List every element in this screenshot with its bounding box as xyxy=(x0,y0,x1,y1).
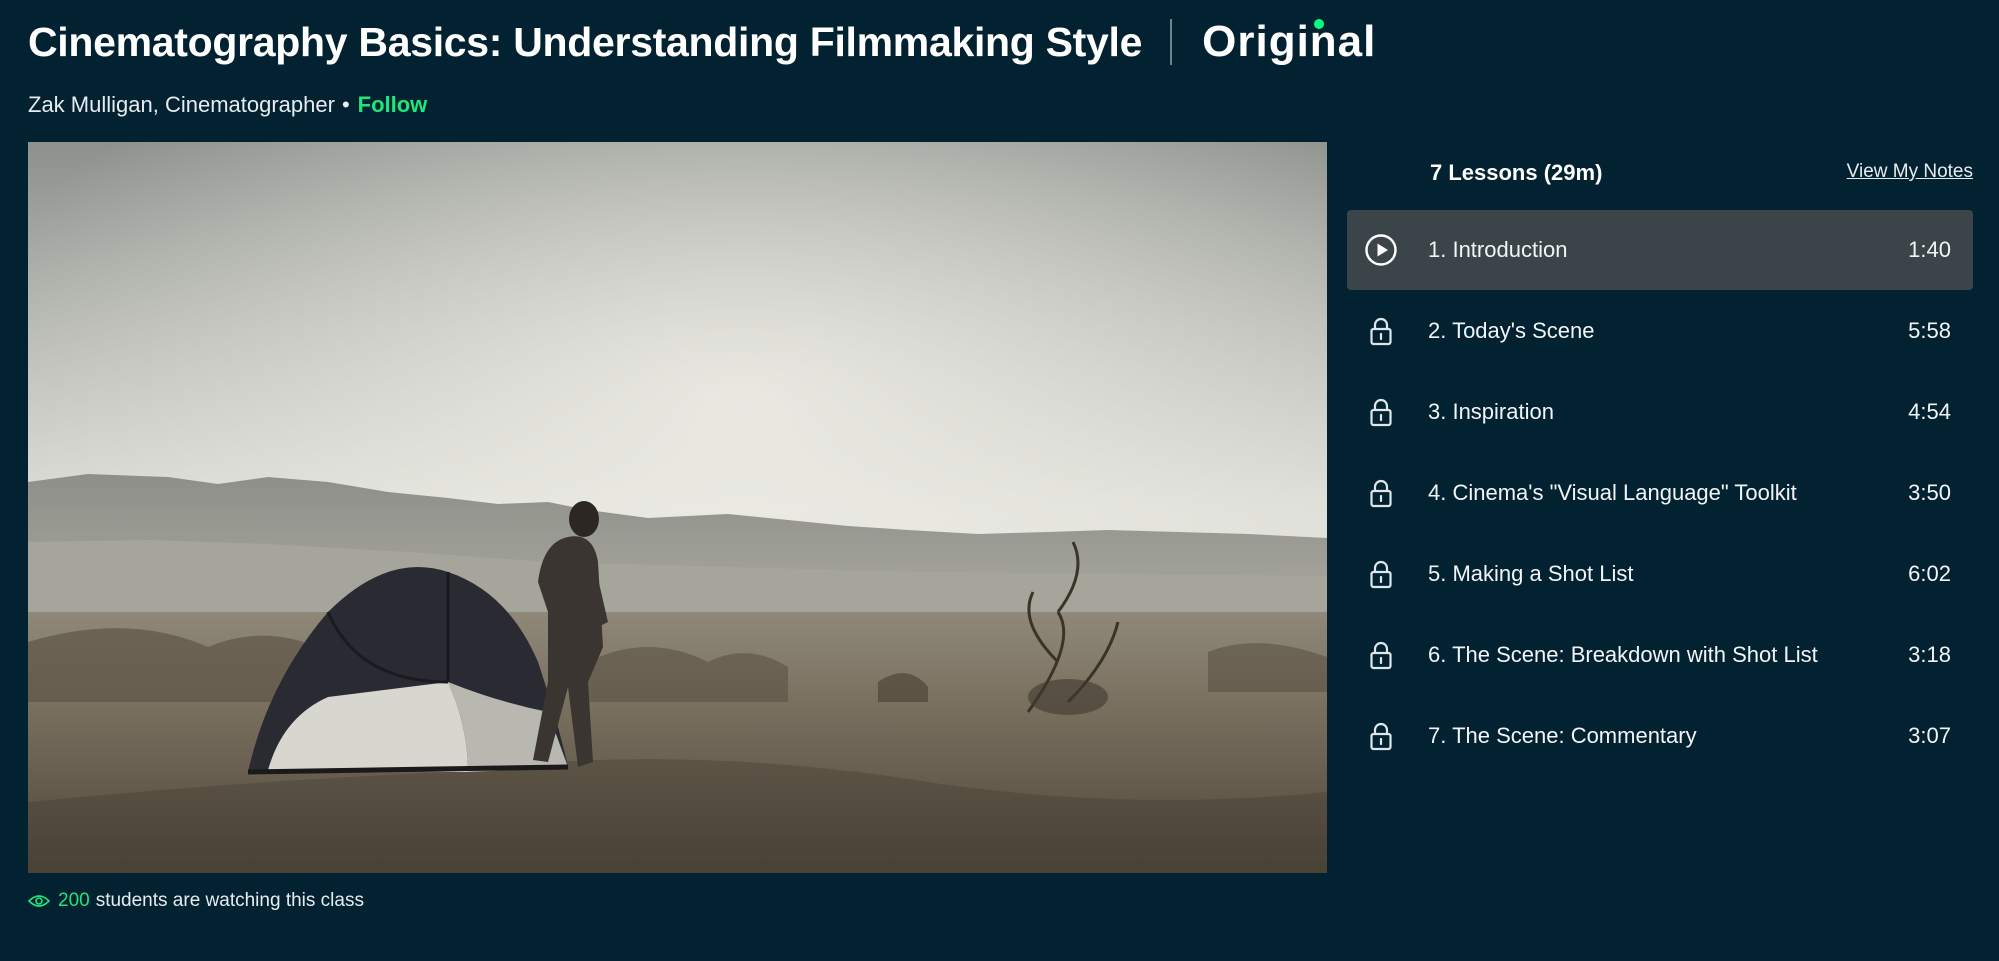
view-notes-link[interactable]: View My Notes xyxy=(1847,161,1973,183)
lesson-duration: 3:07 xyxy=(1908,723,1951,748)
lessons-summary: 7 Lessons (29m) xyxy=(1430,160,1603,185)
eye-icon xyxy=(28,894,50,908)
original-badge-label: Original xyxy=(1202,17,1377,66)
lesson-item[interactable]: 5. Making a Shot List 6:02 xyxy=(1347,534,1973,614)
lesson-list: 1. Introduction 1:40 2. Today's Scene 5:… xyxy=(1347,210,1973,777)
lock-icon xyxy=(1364,395,1398,429)
lock-icon xyxy=(1364,476,1398,510)
title-row: Cinematography Basics: Understanding Fil… xyxy=(28,14,1959,70)
lesson-item[interactable]: 3. Inspiration 4:54 xyxy=(1347,372,1973,452)
course-title: Cinematography Basics: Understanding Fil… xyxy=(28,18,1143,65)
lesson-title: 3. Inspiration xyxy=(1428,399,1554,424)
video-player[interactable] xyxy=(28,142,1327,873)
follow-button[interactable]: Follow xyxy=(358,92,428,118)
lock-icon xyxy=(1364,638,1398,672)
class-page: Cinematography Basics: Understanding Fil… xyxy=(0,0,1999,961)
lesson-item[interactable]: 1. Introduction 1:40 xyxy=(1347,210,1973,290)
byline-separator: • xyxy=(341,92,350,117)
lesson-title: 2. Today's Scene xyxy=(1428,318,1595,343)
lock-icon xyxy=(1364,557,1398,591)
lock-icon xyxy=(1364,314,1398,348)
lesson-duration: 1:40 xyxy=(1908,237,1951,262)
lesson-title: 6. The Scene: Breakdown with Shot List xyxy=(1428,642,1818,667)
class-header: Cinematography Basics: Understanding Fil… xyxy=(28,14,1959,118)
lesson-item[interactable]: 6. The Scene: Breakdown with Shot List 3… xyxy=(1347,615,1973,695)
lesson-title: 1. Introduction xyxy=(1428,237,1568,262)
viewer-text: students are watching this class xyxy=(95,890,364,911)
lesson-item[interactable]: 4. Cinema's "Visual Language" Toolkit 3:… xyxy=(1347,453,1973,533)
lesson-duration: 4:54 xyxy=(1908,399,1951,424)
play-icon xyxy=(1364,233,1398,267)
lesson-duration: 3:18 xyxy=(1908,642,1951,667)
instructor-name: Zak Mulligan, Cinematographer xyxy=(28,92,335,117)
lesson-item[interactable]: 7. The Scene: Commentary 3:07 xyxy=(1347,696,1973,776)
lesson-title: 4. Cinema's "Visual Language" Toolkit xyxy=(1428,480,1797,505)
lesson-duration: 3:50 xyxy=(1908,480,1951,505)
original-badge: Original xyxy=(1202,17,1376,67)
instructor-byline: Zak Mulligan, Cinematographer • Follow xyxy=(28,92,1959,118)
title-divider xyxy=(1170,19,1173,65)
lesson-title: 5. Making a Shot List xyxy=(1428,561,1634,586)
video-frame-image xyxy=(28,142,1327,873)
lesson-duration: 5:58 xyxy=(1908,318,1951,343)
lesson-item[interactable]: 2. Today's Scene 5:58 xyxy=(1347,291,1973,371)
lock-icon xyxy=(1364,719,1398,753)
viewer-count: 200 xyxy=(58,890,90,911)
lesson-title: 7. The Scene: Commentary xyxy=(1428,723,1697,748)
live-viewers: 200 students are watching this class xyxy=(28,890,364,912)
lesson-duration: 6:02 xyxy=(1908,561,1951,586)
